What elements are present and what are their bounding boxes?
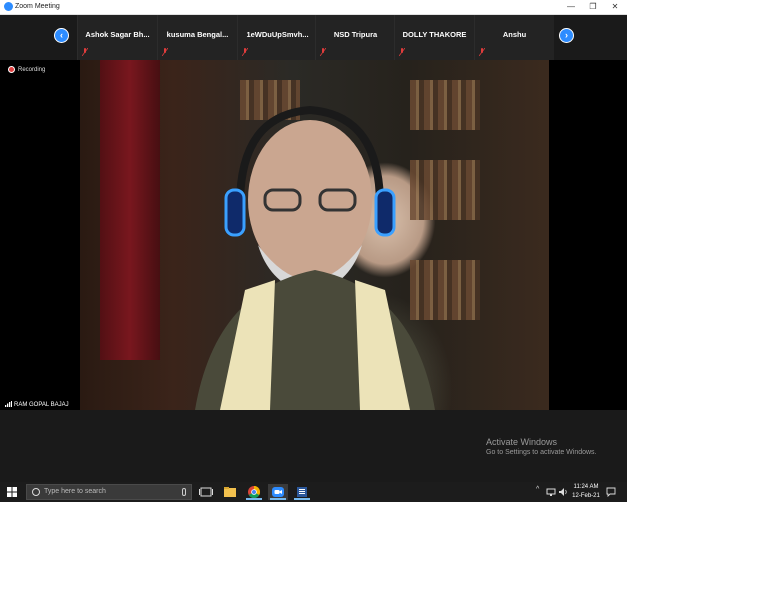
minimize-button[interactable]: — <box>560 0 582 14</box>
document-app-icon <box>297 487 307 497</box>
taskbar-clock[interactable]: 11:24 AM 12-Feb-21 <box>570 483 602 501</box>
app-taskbar-button[interactable] <box>292 484 312 500</box>
notifications-icon[interactable] <box>606 487 616 497</box>
windows-taskbar: Type here to search ^ 11:24 AM 12-Feb-21 <box>0 482 627 502</box>
network-icon[interactable] <box>546 487 556 497</box>
title-bar: Zoom Meeting — ❐ ✕ <box>0 0 627 15</box>
participant-name: Anshu <box>502 30 527 39</box>
participant-tile[interactable]: Anshu <box>474 15 554 60</box>
clock-date: 12-Feb-21 <box>572 493 600 499</box>
participants-strip: ‹ Ashok Sagar Bh... kusuma Bengal... 1eW… <box>0 15 627 60</box>
zoom-app-icon <box>4 2 13 11</box>
speaker-name-tag: RAM GOPAL BAJAJ <box>2 401 72 410</box>
task-view-icon[interactable] <box>196 484 216 500</box>
next-page-button[interactable]: › <box>559 28 574 43</box>
chrome-icon <box>248 486 261 499</box>
zoom-window: Zoom Meeting — ❐ ✕ ‹ Ashok Sagar Bh... k… <box>0 0 627 502</box>
curtain-left <box>100 60 160 360</box>
muted-mic-icon <box>242 48 248 56</box>
activate-windows-watermark: Activate Windows Go to Settings to activ… <box>486 437 597 456</box>
muted-mic-icon <box>399 48 405 56</box>
muted-mic-icon <box>82 48 88 56</box>
participant-name: 1eWDuUpSmvh... <box>246 30 309 39</box>
meeting-bottom-area: Activate Windows Go to Settings to activ… <box>0 410 627 482</box>
participant-tile[interactable]: 1eWDuUpSmvh... <box>237 15 317 60</box>
windows-start-icon[interactable] <box>7 487 17 497</box>
search-icon <box>32 488 40 496</box>
bookshelf-row <box>410 160 480 220</box>
recording-dot-icon <box>8 66 15 73</box>
zoom-icon <box>272 487 284 497</box>
bookshelf-row <box>410 80 480 130</box>
recording-indicator: Recording <box>8 66 45 73</box>
volume-icon[interactable] <box>558 487 568 497</box>
participant-tile[interactable]: Ashok Sagar Bh... <box>77 15 157 60</box>
muted-mic-icon <box>320 48 326 56</box>
clock-time: 11:24 AM <box>573 484 599 490</box>
activate-windows-subtitle: Go to Settings to activate Windows. <box>486 449 597 456</box>
chrome-taskbar-button[interactable] <box>244 484 264 500</box>
previous-page-button[interactable]: ‹ <box>54 28 69 43</box>
maximize-button[interactable]: ❐ <box>582 0 604 14</box>
participant-name: Ashok Sagar Bh... <box>85 30 150 39</box>
speaker-video[interactable] <box>80 60 549 410</box>
participant-name: kusuma Bengal... <box>166 30 229 39</box>
close-button[interactable]: ✕ <box>604 0 626 14</box>
muted-mic-icon <box>162 48 168 56</box>
zoom-taskbar-button[interactable] <box>268 484 288 500</box>
participant-name: NSD Tripura <box>333 30 378 39</box>
active-speaker-stage: Recording RAM GOPAL BAJAJ <box>0 60 627 410</box>
taskbar-search-box[interactable]: Type here to search <box>26 484 192 500</box>
window-title: Zoom Meeting <box>15 3 60 10</box>
participant-tile[interactable]: NSD Tripura <box>315 15 395 60</box>
participant-name: DOLLY THAKORE <box>402 30 467 39</box>
tray-chevron-icon[interactable]: ^ <box>536 486 539 493</box>
file-explorer-icon[interactable] <box>220 484 240 500</box>
recording-label: Recording <box>18 67 46 74</box>
activate-windows-title: Activate Windows <box>486 437 558 447</box>
muted-mic-icon <box>479 48 485 56</box>
speaker-name: RAM GOPAL BAJAJ <box>14 402 69 408</box>
participant-tile[interactable]: kusuma Bengal... <box>157 15 237 60</box>
participant-tile[interactable]: DOLLY THAKORE <box>394 15 474 60</box>
signal-strength-icon <box>5 401 12 408</box>
speaker-shawl <box>195 270 435 410</box>
search-placeholder: Type here to search <box>44 488 106 495</box>
microphone-icon[interactable] <box>182 488 186 496</box>
